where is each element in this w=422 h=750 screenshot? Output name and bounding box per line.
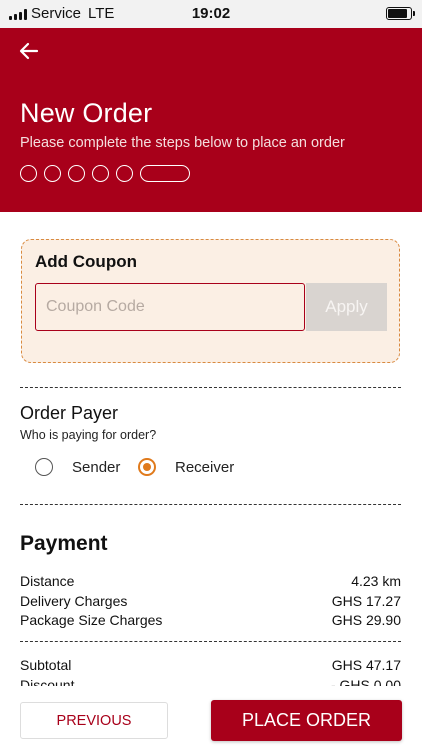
payer-option-receiver[interactable]: Receiver xyxy=(138,458,234,476)
section-divider xyxy=(20,641,401,642)
payment-title: Payment xyxy=(20,532,108,555)
payment-row-value: - GHS 0.00 xyxy=(330,677,401,686)
payment-row-value: GHS 29.90 xyxy=(331,612,401,628)
coupon-title: Add Coupon xyxy=(35,252,137,271)
step-dot xyxy=(116,165,133,182)
page-subtitle: Please complete the steps below to place… xyxy=(20,135,345,151)
order-payer-subtitle: Who is paying for order? xyxy=(20,428,157,442)
payment-row-package-size: Package Size Charges GHS 29.90 xyxy=(20,612,401,628)
payment-row-distance: Distance 4.23 km xyxy=(20,573,401,589)
sender-radio[interactable] xyxy=(35,458,53,476)
step-dot xyxy=(20,165,37,182)
sender-label: Sender xyxy=(72,458,121,476)
receiver-label: Receiver xyxy=(175,458,235,476)
step-dot xyxy=(68,165,85,182)
status-time: 19:02 xyxy=(191,5,231,22)
payment-row-label: Discount xyxy=(20,677,75,686)
section-divider xyxy=(20,387,401,388)
step-dot xyxy=(44,165,61,182)
place-order-button[interactable]: PLACE ORDER xyxy=(211,700,402,741)
payment-row-subtotal: Subtotal GHS 47.17 xyxy=(20,657,401,673)
payment-row-value: GHS 47.17 xyxy=(331,657,401,673)
coupon-card: Add Coupon Apply xyxy=(21,239,400,363)
order-payer-title: Order Payer xyxy=(20,403,119,423)
apply-coupon-button[interactable]: Apply xyxy=(306,283,387,331)
bottom-action-bar: PREVIOUS PLACE ORDER xyxy=(0,686,422,750)
payment-row-delivery: Delivery Charges GHS 17.27 xyxy=(20,593,401,609)
scroll-content[interactable]: Service LTE 19:02 New Order Please compl… xyxy=(0,0,422,686)
step-indicator xyxy=(20,165,190,182)
payment-row-value: 4.23 km xyxy=(351,573,401,589)
battery-icon xyxy=(386,7,415,20)
coupon-code-input[interactable] xyxy=(35,283,305,331)
step-dot-active xyxy=(140,165,190,182)
payment-row-label: Distance xyxy=(20,573,75,589)
payment-row-discount: Discount - GHS 0.00 xyxy=(20,677,401,686)
status-bar: Service LTE 19:02 xyxy=(0,0,422,28)
payment-row-label: Subtotal xyxy=(20,657,72,673)
payment-row-label: Package Size Charges xyxy=(20,612,163,628)
receiver-radio[interactable] xyxy=(138,458,156,476)
payment-row-label: Delivery Charges xyxy=(20,593,128,609)
page-header: New Order Please complete the steps belo… xyxy=(0,28,422,212)
section-divider xyxy=(20,504,401,505)
payer-option-sender[interactable]: Sender xyxy=(35,458,120,476)
back-arrow-icon[interactable] xyxy=(16,38,42,64)
payment-row-value: GHS 17.27 xyxy=(331,593,401,609)
step-dot xyxy=(92,165,109,182)
previous-button[interactable]: PREVIOUS xyxy=(20,702,168,739)
page-title: New Order xyxy=(20,98,153,128)
